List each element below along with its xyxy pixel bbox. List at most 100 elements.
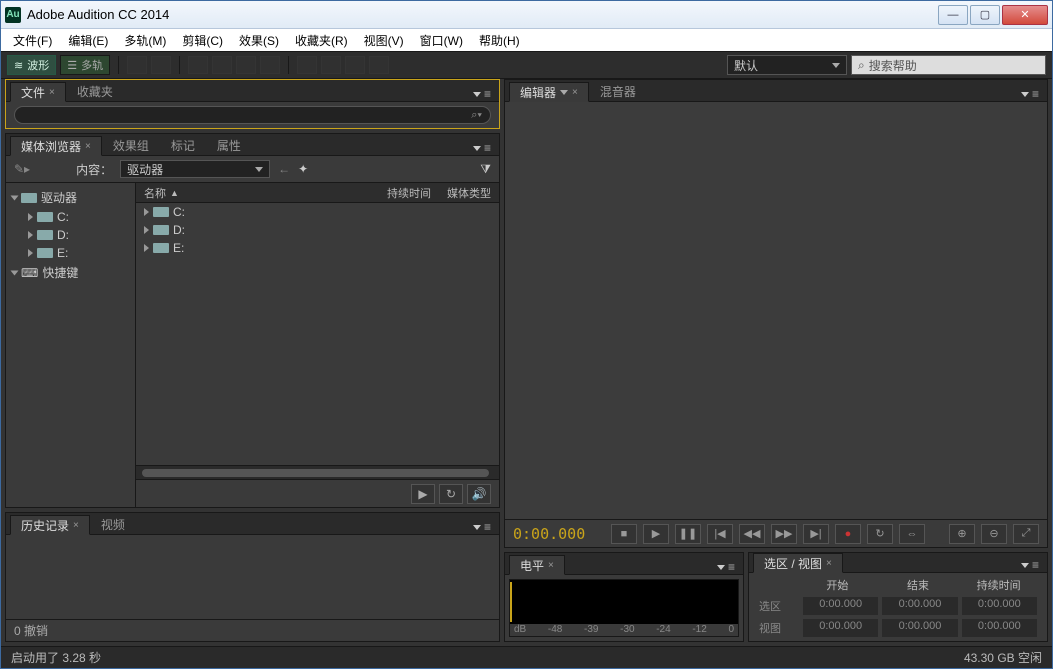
menu-clip[interactable]: 剪辑(C)	[176, 30, 229, 51]
help-search-input[interactable]: ⌕ 搜索帮助	[851, 55, 1046, 75]
zoom-in-button[interactable]: ⊕	[949, 524, 975, 544]
tool-spectral-b[interactable]	[151, 56, 171, 74]
zoom-out-button[interactable]: ⊖	[981, 524, 1007, 544]
tool-move[interactable]	[188, 56, 208, 74]
view-end-field[interactable]: 0:00.000	[882, 619, 957, 637]
col-media-type[interactable]: 媒体类型	[439, 185, 499, 201]
waveform-mode-button[interactable]: ≋ 波形	[7, 55, 56, 75]
tab-files[interactable]: 文件×	[10, 82, 66, 102]
tool-brush[interactable]	[345, 56, 365, 74]
close-icon[interactable]: ×	[49, 87, 55, 98]
menu-multitrack[interactable]: 多轨(M)	[118, 30, 172, 51]
filter-icon[interactable]: ⧩	[480, 162, 491, 177]
col-duration: 持续时间	[958, 577, 1039, 593]
col-duration[interactable]: 持续时间	[379, 185, 439, 201]
tab-media-browser[interactable]: 媒体浏览器×	[10, 136, 102, 156]
up-icon[interactable]: ✦	[298, 162, 308, 176]
loop-preview-button[interactable]: ↻	[439, 484, 463, 504]
tab-markers[interactable]: 标记	[160, 135, 206, 155]
play-preview-button[interactable]: ▶	[411, 484, 435, 504]
list-item[interactable]: E:	[136, 239, 499, 257]
tab-favorites[interactable]: 收藏夹	[66, 81, 124, 101]
view-start-field[interactable]: 0:00.000	[803, 619, 878, 637]
timecode-display[interactable]: 0:00.000	[513, 525, 585, 543]
close-icon[interactable]: ×	[826, 558, 832, 569]
tab-selection-view[interactable]: 选区 / 视图×	[753, 553, 843, 573]
back-icon[interactable]: ←	[278, 162, 290, 176]
col-name[interactable]: 名称 ▲	[136, 185, 379, 201]
search-icon: ⌕	[858, 58, 865, 73]
panel-menu-button[interactable]: ≡	[469, 87, 495, 101]
go-end-button[interactable]: ▶|	[803, 524, 829, 544]
tab-video[interactable]: 视频	[90, 514, 136, 534]
tree-item[interactable]: D:	[6, 226, 135, 244]
maximize-button[interactable]: ▢	[970, 5, 1000, 25]
window-frame: Au Adobe Audition CC 2014 — ▢ ✕ 文件(F) 编辑…	[0, 0, 1053, 669]
media-browser-panel: 媒体浏览器× 效果组 标记 属性 ≡ ✎▸ 内容： 驱动器	[5, 133, 500, 508]
tool-time[interactable]	[260, 56, 280, 74]
forward-button[interactable]: ▶▶	[771, 524, 797, 544]
tab-effects-rack[interactable]: 效果组	[102, 135, 160, 155]
horizontal-scrollbar[interactable]	[136, 465, 499, 479]
panel-menu-button[interactable]: ≡	[469, 141, 495, 155]
autoplay-button[interactable]: 🔊	[467, 484, 491, 504]
tab-history[interactable]: 历史记录×	[10, 515, 90, 535]
close-icon[interactable]: ×	[548, 560, 554, 571]
rewind-button[interactable]: ◀◀	[739, 524, 765, 544]
menu-edit[interactable]: 编辑(E)	[62, 30, 114, 51]
tree-shortcuts[interactable]: ⌨ 快捷键	[6, 262, 135, 283]
tree-root-drives[interactable]: 驱动器	[6, 187, 135, 208]
tab-properties[interactable]: 属性	[206, 135, 252, 155]
panel-menu-button[interactable]: ≡	[713, 560, 739, 574]
tool-razor[interactable]	[212, 56, 232, 74]
menu-window[interactable]: 窗口(W)	[414, 30, 469, 51]
menu-file[interactable]: 文件(F)	[7, 30, 58, 51]
keyboard-icon: ⌨	[21, 266, 38, 280]
tool-heal[interactable]	[369, 56, 389, 74]
list-item[interactable]: D:	[136, 221, 499, 239]
record-button[interactable]: ●	[835, 524, 861, 544]
sel-start-field[interactable]: 0:00.000	[803, 597, 878, 615]
menu-favorites[interactable]: 收藏夹(R)	[289, 30, 354, 51]
view-duration-field[interactable]: 0:00.000	[962, 619, 1037, 637]
sel-duration-field[interactable]: 0:00.000	[962, 597, 1037, 615]
panel-menu-button[interactable]: ≡	[1017, 87, 1043, 101]
files-filter-input[interactable]: ⌕▾	[14, 106, 491, 124]
panel-menu-button[interactable]: ≡	[1017, 558, 1043, 572]
tree-item[interactable]: E:	[6, 244, 135, 262]
titlebar[interactable]: Au Adobe Audition CC 2014 — ▢ ✕	[1, 1, 1052, 29]
content-dropdown[interactable]: 驱动器	[120, 160, 270, 178]
minimize-button[interactable]: —	[938, 5, 968, 25]
menu-help[interactable]: 帮助(H)	[473, 30, 526, 51]
tool-marquee[interactable]	[297, 56, 317, 74]
stop-button[interactable]: ■	[611, 524, 637, 544]
tool-slip[interactable]	[236, 56, 256, 74]
editor-canvas[interactable]	[505, 102, 1047, 519]
multitrack-mode-button[interactable]: ☰ 多轨	[60, 55, 110, 75]
skip-selection-button[interactable]: ⇔	[899, 524, 925, 544]
file-list: 名称 ▲ 持续时间 媒体类型 C: D: E: ▶	[136, 183, 499, 507]
shortcuts-icon[interactable]: ✎▸	[14, 162, 30, 176]
pause-button[interactable]: ❚❚	[675, 524, 701, 544]
close-icon[interactable]: ×	[85, 141, 91, 152]
close-button[interactable]: ✕	[1002, 5, 1048, 25]
menu-effects[interactable]: 效果(S)	[233, 30, 285, 51]
loop-button[interactable]: ↻	[867, 524, 893, 544]
panel-menu-button[interactable]: ≡	[469, 520, 495, 534]
tab-levels[interactable]: 电平×	[509, 555, 565, 575]
zoom-fit-button[interactable]: ⤢	[1013, 524, 1039, 544]
play-button[interactable]: ▶	[643, 524, 669, 544]
go-start-button[interactable]: |◀	[707, 524, 733, 544]
list-item[interactable]: C:	[136, 203, 499, 221]
workspace-dropdown[interactable]: 默认	[727, 55, 847, 75]
menu-view[interactable]: 视图(V)	[358, 30, 410, 51]
tab-mixer[interactable]: 混音器	[589, 81, 647, 101]
sel-end-field[interactable]: 0:00.000	[882, 597, 957, 615]
close-icon[interactable]: ×	[572, 87, 578, 98]
tree-item[interactable]: C:	[6, 208, 135, 226]
tab-editor[interactable]: 编辑器 ×	[509, 82, 589, 102]
close-icon[interactable]: ×	[73, 520, 79, 531]
tool-lasso[interactable]	[321, 56, 341, 74]
chevron-down-icon[interactable]	[560, 90, 568, 95]
tool-spectral-a[interactable]	[127, 56, 147, 74]
